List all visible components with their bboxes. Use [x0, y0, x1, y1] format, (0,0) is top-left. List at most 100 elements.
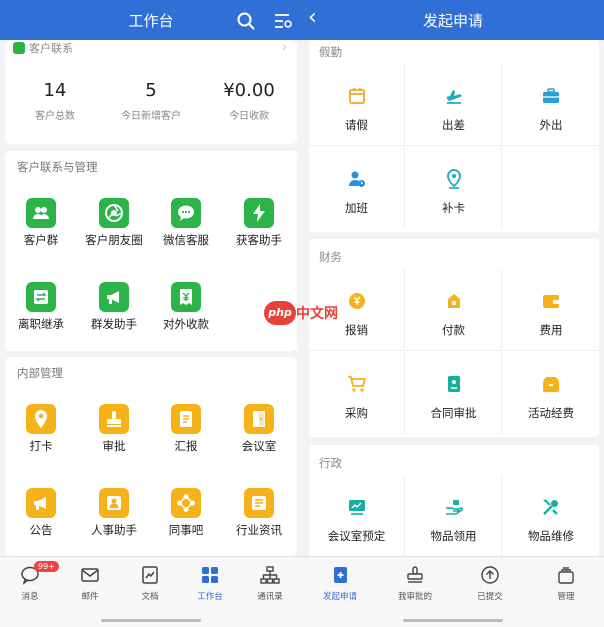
bottom-tab-bar: 99+ 消息 邮件 文档 工作台 通讯录: [0, 556, 302, 627]
presentation-icon: [349, 500, 365, 515]
cart-icon: [348, 376, 367, 392]
chevron-right-icon[interactable]: ›: [282, 40, 287, 54]
watermark-text: 中文网: [296, 306, 338, 322]
network-icon: [171, 488, 201, 518]
apply-go-out[interactable]: 外出: [503, 64, 599, 146]
home-indicator: [403, 619, 503, 622]
apply-payment[interactable]: 付款: [406, 269, 502, 351]
gift-box-icon: [543, 377, 559, 392]
lightning-icon: [244, 198, 274, 228]
airplane-icon: [446, 90, 462, 104]
page-title: 发起申请: [422, 12, 483, 30]
mail-icon: [81, 568, 99, 582]
customer-contact-card[interactable]: 客户联系 › 14 客户总数 5 今日新增客户 ¥0.00 今日收款: [5, 40, 297, 144]
add-document-icon: [334, 567, 347, 583]
transfer-icon: [26, 282, 56, 312]
door-icon: [244, 404, 274, 434]
news-icon: [244, 488, 274, 518]
apply-item-repair[interactable]: 物品维修: [503, 475, 599, 560]
stamp-icon: [99, 404, 129, 434]
upload-circle-icon: [481, 566, 499, 584]
page-title: 工作台: [128, 12, 174, 30]
aperture-icon: [99, 198, 129, 228]
stamp-icon: [407, 566, 423, 583]
tab-submitted[interactable]: 已提交: [462, 565, 518, 602]
yen-receipt-icon: [171, 282, 201, 312]
app-hr-assistant[interactable]: 人事助手: [78, 488, 150, 537]
wechat-icon: [13, 42, 25, 54]
group-icon: [26, 198, 56, 228]
stat-new-customers[interactable]: 5 今日新增客户: [103, 80, 199, 122]
contract-icon: [448, 376, 460, 392]
app-colleague-bar[interactable]: 同事吧: [150, 488, 222, 537]
stat-total-customers[interactable]: 14 客户总数: [7, 80, 103, 122]
tools-icon: [543, 499, 558, 515]
section-finance: 财务 报销 付款 费用 采购 合同审批 活动经费: [309, 239, 599, 437]
app-industry-news[interactable]: 行业资讯: [223, 488, 295, 537]
apply-expense[interactable]: 费用: [503, 269, 599, 351]
yen-coin-icon: [349, 293, 365, 309]
wallet-icon: [543, 295, 559, 308]
apply-clock-makeup[interactable]: 补卡: [406, 147, 502, 229]
workbench-header: 工作台: [0, 0, 302, 40]
stat-today-income[interactable]: ¥0.00 今日收款: [201, 80, 297, 122]
customer-contact-heading: 客户联系: [13, 40, 73, 55]
document-icon: [171, 404, 201, 434]
app-acquire-assistant[interactable]: 获客助手: [223, 198, 295, 247]
tab-workbench[interactable]: 工作台: [182, 565, 238, 602]
org-chart-icon: [260, 566, 280, 584]
tab-mail[interactable]: 邮件: [62, 565, 118, 602]
search-icon[interactable]: [236, 11, 256, 31]
app-announcement[interactable]: 公告: [5, 488, 77, 537]
customer-manage-card: 客户联系与管理 客户群 客户朋友圈 微信客服 获客助手 离职继承 群发助手 对外…: [5, 151, 297, 351]
tab-contacts[interactable]: 通讯录: [242, 565, 298, 602]
unread-badge: 99+: [34, 561, 59, 572]
tab-apply[interactable]: 发起申请: [312, 565, 368, 602]
app-wechat-service[interactable]: 微信客服: [150, 198, 222, 247]
stack-icon: [558, 567, 574, 584]
app-meeting-room[interactable]: 会议室: [223, 404, 295, 453]
site-watermark: php 中文网: [264, 301, 346, 325]
watermark-badge: php: [264, 301, 296, 325]
person-icon: [99, 488, 129, 518]
tab-docs[interactable]: 文档: [122, 565, 178, 602]
apply-purchase[interactable]: 采购: [309, 352, 405, 434]
calendar-icon: [349, 88, 365, 104]
app-resign-inherit[interactable]: 离职继承: [5, 282, 77, 331]
section-attendance: 假勤 请假 出差 外出 加班 补卡: [309, 40, 599, 232]
chat-bubble-icon: [171, 198, 201, 228]
hand-box-icon: [446, 500, 464, 515]
app-mass-send[interactable]: 群发助手: [78, 282, 150, 331]
app-external-payment[interactable]: 对外收款: [150, 282, 222, 331]
screen: 工作台 客户联系 › 14 客户总数 5 今日新增客户 ¥0.00 今日收款 客…: [0, 0, 604, 627]
back-arrow-icon[interactable]: ‹: [308, 6, 317, 30]
apply-business-trip[interactable]: 出差: [406, 64, 502, 146]
document-icon: [142, 566, 158, 584]
megaphone-icon: [99, 282, 129, 312]
app-approval[interactable]: 审批: [78, 404, 150, 453]
apply-item-receive[interactable]: 物品领用: [406, 475, 502, 560]
section-title: 客户联系与管理: [17, 160, 98, 174]
apply-header: 发起申请 ‹: [302, 0, 604, 40]
tab-my-approvals[interactable]: 我审批的: [387, 565, 443, 602]
app-clock-in[interactable]: 打卡: [5, 404, 77, 453]
briefcase-icon: [543, 88, 559, 103]
megaphone-icon: [26, 488, 56, 518]
tab-manage[interactable]: 管理: [538, 565, 594, 602]
apply-meeting-booking[interactable]: 会议室预定: [309, 475, 405, 560]
apply-overtime[interactable]: 加班: [309, 147, 405, 229]
app-report[interactable]: 汇报: [150, 404, 222, 453]
section-title: 内部管理: [17, 366, 63, 380]
apply-activity-fund[interactable]: 活动经费: [503, 352, 599, 434]
workbench-pane: 工作台 客户联系 › 14 客户总数 5 今日新增客户 ¥0.00 今日收款 客…: [0, 0, 302, 627]
app-customer-group[interactable]: 客户群: [5, 198, 77, 247]
app-customer-moments[interactable]: 客户朋友圈: [78, 198, 150, 247]
apply-leave[interactable]: 请假: [309, 64, 405, 146]
money-bag-icon: [448, 294, 460, 308]
apply-contract-approval[interactable]: 合同审批: [406, 352, 502, 434]
settings-list-icon[interactable]: [273, 11, 293, 31]
tab-messages[interactable]: 99+ 消息: [2, 561, 59, 602]
grid-icon: [202, 567, 218, 583]
location-pin-icon: [26, 404, 56, 434]
section-admin: 行政 会议室预定 物品领用 物品维修: [309, 445, 599, 560]
